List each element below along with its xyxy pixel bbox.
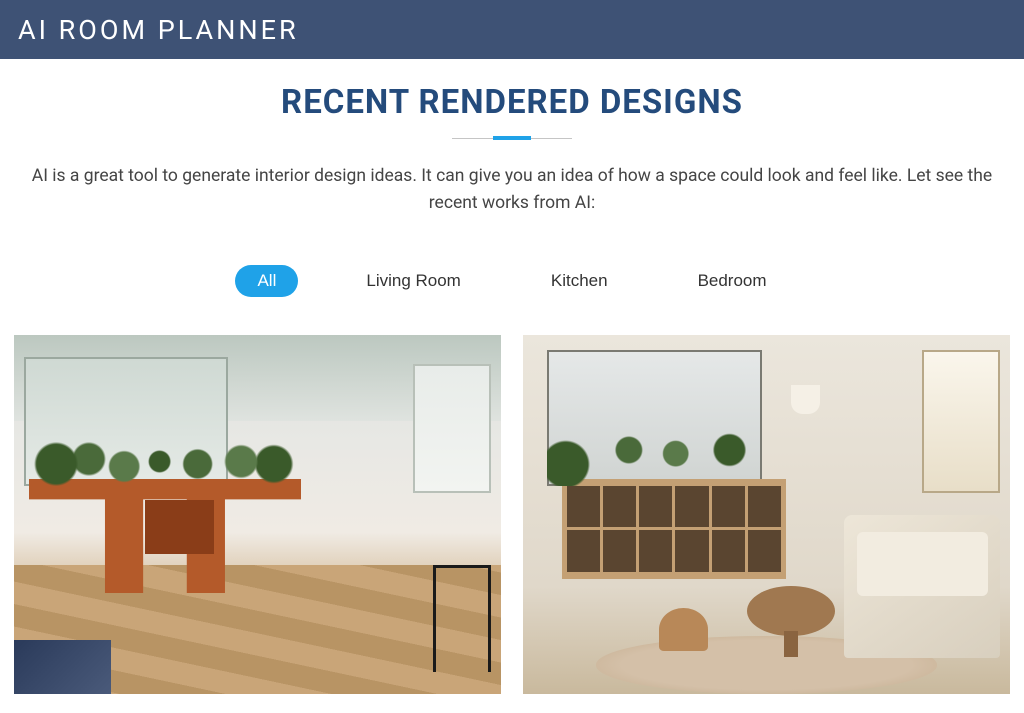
main-content: RECENT RENDERED DESIGNS AI is a great to… [0, 59, 1024, 694]
filter-tab-all[interactable]: All [235, 265, 298, 297]
desk-cubby [145, 500, 213, 554]
title-divider [452, 138, 572, 139]
sofa-shape [844, 515, 1000, 658]
gallery-card-before[interactable] [14, 335, 501, 694]
coffee-table [747, 586, 835, 636]
gallery-grid [14, 335, 1010, 694]
side-table [433, 565, 491, 673]
filter-tab-kitchen[interactable]: Kitchen [529, 265, 630, 297]
filter-tabs: All Living Room Kitchen Bedroom [14, 265, 1010, 297]
filter-tab-living-room[interactable]: Living Room [344, 265, 483, 297]
gallery-card-after[interactable] [523, 335, 1010, 694]
filter-tab-bedroom[interactable]: Bedroom [676, 265, 789, 297]
section-description: AI is a great tool to generate interior … [14, 163, 1010, 217]
app-header: AI ROOM PLANNER [0, 0, 1024, 59]
shelf-grid [567, 486, 781, 572]
window-right [413, 364, 491, 493]
pendant-lamp [791, 385, 820, 414]
divider-wrap [14, 138, 1010, 139]
sofa-corner [14, 640, 111, 694]
stool-shape [659, 608, 708, 651]
section-title: RECENT RENDERED DESIGNS [14, 83, 1010, 122]
plants-row [29, 439, 302, 489]
plants-cluster [547, 414, 781, 486]
app-title: AI ROOM PLANNER [18, 14, 299, 46]
window-right2 [922, 350, 1000, 493]
